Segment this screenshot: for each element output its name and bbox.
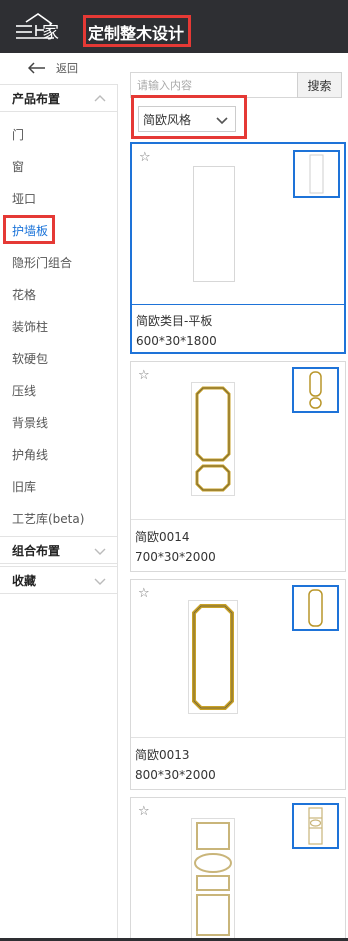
chevron-down-icon	[94, 578, 106, 585]
sidebar-item-door[interactable]: 门	[12, 126, 24, 143]
sidebar-item-craft-library[interactable]: 工艺库(beta)	[12, 510, 84, 527]
back-button[interactable]: 返回	[28, 58, 78, 78]
back-label: 返回	[56, 62, 78, 75]
card-divider	[132, 304, 344, 305]
product-size: 800*30*2000	[135, 768, 216, 782]
app-title: 定制整木设计	[88, 24, 185, 43]
card-divider	[131, 519, 345, 520]
product-preview	[193, 166, 235, 282]
product-thumbnail	[292, 803, 339, 849]
sidebar-item-column[interactable]: 装饰柱	[12, 318, 48, 335]
group-favorites[interactable]: 收藏	[0, 566, 117, 594]
sidebar-item-upholstery[interactable]: 软硬包	[12, 350, 48, 367]
sidebar-item-window[interactable]: 窗	[12, 158, 24, 175]
logo-text: 家	[42, 23, 59, 43]
thumbnail-art	[309, 154, 324, 194]
product-preview	[191, 382, 235, 496]
active-item-highlight-box	[3, 215, 55, 244]
product-name: 简欧0013	[135, 748, 190, 762]
thumbnail-art	[308, 589, 323, 627]
top-header: 家 定制整木设计	[0, 0, 348, 53]
sidebar-item-lattice[interactable]: 花格	[12, 286, 36, 303]
product-preview	[188, 600, 238, 714]
group-product-layout[interactable]: 产品布置	[0, 84, 117, 112]
sidebar-item-background-line[interactable]: 背景线	[12, 414, 48, 431]
star-outline-icon[interactable]: ☆	[139, 151, 151, 164]
sidebar-item-old-library[interactable]: 旧库	[12, 478, 36, 495]
search-button[interactable]: 搜索	[297, 72, 342, 98]
arrow-left-icon	[28, 62, 45, 74]
group-label: 产品布置	[12, 91, 61, 106]
product-size: 600*30*1800	[136, 334, 217, 348]
sidebar-item-moulding[interactable]: 压线	[12, 382, 36, 399]
group-label: 组合布置	[12, 543, 61, 558]
product-thumbnail	[292, 367, 339, 413]
product-thumbnail	[293, 150, 340, 198]
product-name: 简欧类目-平板	[136, 314, 213, 328]
group-combo-layout[interactable]: 组合布置	[0, 536, 117, 564]
style-select[interactable]: 简欧风格	[138, 106, 236, 132]
sidebar-item-opening[interactable]: 垭口	[12, 190, 36, 207]
product-thumbnail	[292, 585, 339, 631]
chevron-down-icon	[216, 117, 228, 125]
style-select-value: 简欧风格	[143, 112, 192, 127]
product-name: 简欧0014	[135, 530, 190, 544]
product-card[interactable]: ☆ 简欧类目-平板 600*30*1800	[130, 142, 346, 354]
product-card[interactable]: ☆	[130, 797, 346, 941]
product-preview	[191, 818, 235, 940]
chevron-up-icon	[94, 95, 106, 102]
product-card[interactable]: ☆ 简欧0013 800*30*2000	[130, 579, 346, 790]
product-size: 700*30*2000	[135, 550, 216, 564]
thumbnail-art	[309, 371, 322, 409]
group-label: 收藏	[12, 573, 37, 588]
product-card[interactable]: ☆ 简欧0014 700*30*2000	[130, 361, 346, 572]
card-divider	[131, 737, 345, 738]
thumbnail-art	[308, 807, 323, 845]
sidebar-item-hidden-door-combo[interactable]: 隐形门组合	[12, 254, 72, 271]
chevron-down-icon	[94, 548, 106, 555]
sidebar-item-corner-line[interactable]: 护角线	[12, 446, 48, 463]
star-outline-icon[interactable]: ☆	[138, 369, 150, 382]
star-outline-icon[interactable]: ☆	[138, 805, 150, 818]
category-sidebar: 产品布置 门 窗 垭口 护墙板 隐形门组合 花格 装饰柱 软硬包 压线 背景线 …	[0, 84, 118, 941]
star-outline-icon[interactable]: ☆	[138, 587, 150, 600]
